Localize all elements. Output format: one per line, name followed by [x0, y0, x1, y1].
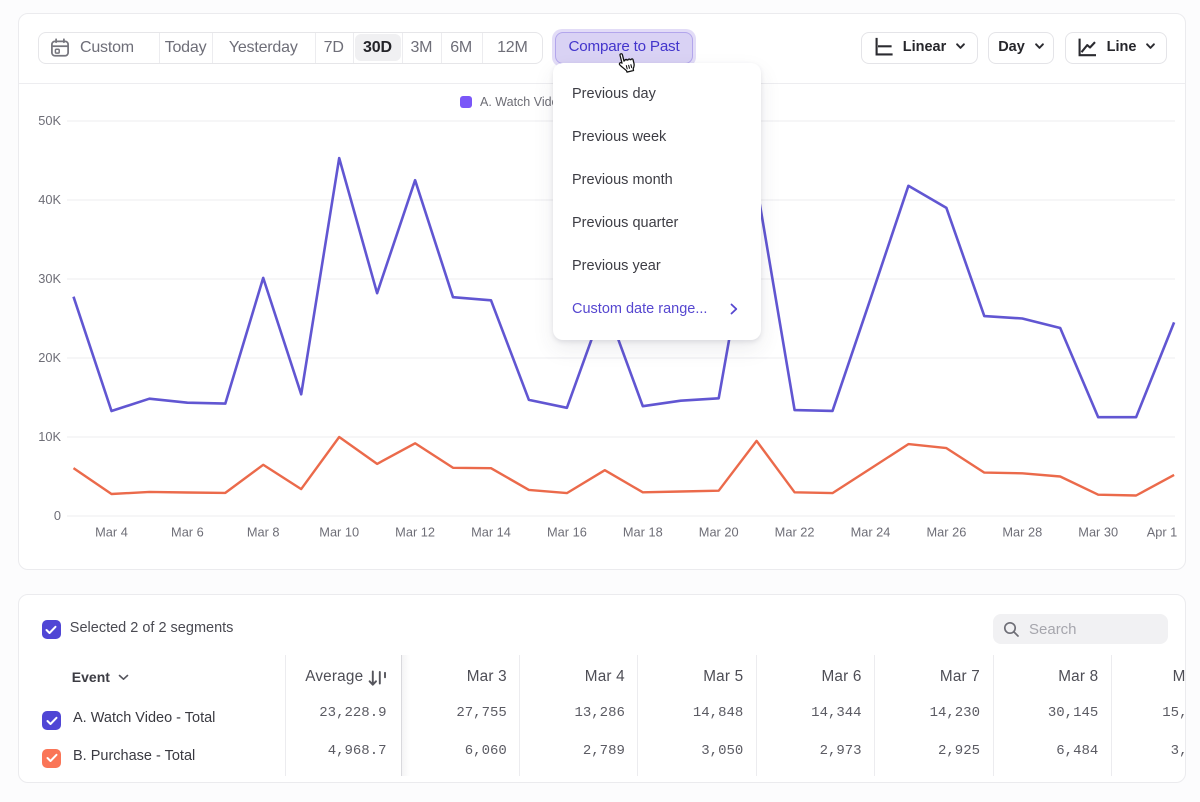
svg-text:Mar 24: Mar 24: [851, 525, 891, 540]
svg-text:Mar 6: Mar 6: [171, 525, 204, 540]
svg-text:Mar 14: Mar 14: [471, 525, 511, 540]
svg-text:Mar 10: Mar 10: [319, 525, 359, 540]
svg-text:20K: 20K: [38, 350, 61, 365]
svg-text:Mar 4: Mar 4: [95, 525, 128, 540]
svg-text:Mar 16: Mar 16: [547, 525, 587, 540]
svg-text:30K: 30K: [38, 271, 61, 286]
svg-text:Apr 1: Apr 1: [1147, 525, 1178, 540]
svg-text:Mar 8: Mar 8: [247, 525, 280, 540]
svg-text:50K: 50K: [38, 113, 61, 128]
svg-text:0: 0: [54, 508, 61, 523]
svg-text:Mar 18: Mar 18: [623, 525, 663, 540]
svg-text:40K: 40K: [38, 192, 61, 207]
svg-text:Mar 20: Mar 20: [699, 525, 739, 540]
svg-text:Mar 30: Mar 30: [1078, 525, 1118, 540]
svg-text:Mar 12: Mar 12: [395, 525, 435, 540]
svg-text:Mar 22: Mar 22: [775, 525, 815, 540]
svg-text:Mar 26: Mar 26: [926, 525, 966, 540]
svg-text:Mar 28: Mar 28: [1002, 525, 1042, 540]
svg-text:10K: 10K: [38, 429, 61, 444]
